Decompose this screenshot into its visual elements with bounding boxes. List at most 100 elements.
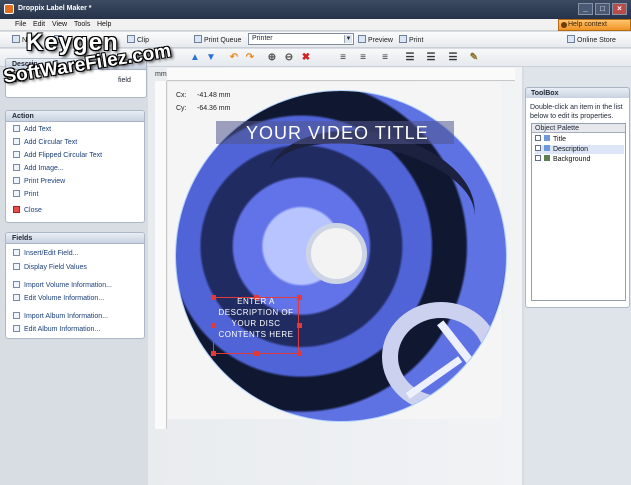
chevron-down-icon: ▼ — [344, 35, 352, 43]
disc-hub — [306, 223, 367, 284]
display-field-values-label: Display Field Values — [24, 264, 87, 271]
title-bar: Droppix Label Maker * _ □ × — [0, 0, 631, 19]
flipped-text-icon — [13, 151, 20, 158]
print-label: Print — [409, 37, 424, 44]
template-icon[interactable]: ✎ — [467, 51, 481, 65]
print-queue-label: Print Queue — [204, 37, 242, 44]
move-down-icon[interactable]: ▼ — [204, 51, 218, 65]
close-link[interactable]: Close — [13, 206, 42, 216]
align-right-icon[interactable]: ≡ — [378, 51, 392, 65]
image-icon — [13, 164, 20, 171]
close-icon[interactable]: × — [612, 3, 627, 15]
preview-icon — [13, 177, 20, 184]
preview-label: Preview — [368, 37, 393, 44]
store-icon — [567, 35, 575, 43]
add-circular-text-link[interactable]: Add Circular Text — [13, 138, 77, 148]
printer-icon — [13, 190, 20, 197]
import-album-label: Import Album Information... — [24, 313, 109, 320]
printer-select-value: Printer — [252, 35, 273, 42]
object-palette[interactable]: Object Palette Title Description Backgro… — [531, 123, 626, 301]
print-button[interactable]: Print — [399, 35, 423, 46]
resize-handle-bottom[interactable] — [254, 351, 259, 356]
edit-volume-link[interactable]: Edit Volume Information... — [13, 294, 104, 304]
delete-icon[interactable]: ✖ — [299, 51, 313, 65]
add-circular-text-label: Add Circular Text — [24, 139, 78, 146]
print-queue-button[interactable]: Print Queue — [194, 35, 241, 46]
resize-handle-right[interactable] — [297, 323, 302, 328]
disc-description-text[interactable]: ENTER A DESCRIPTION OF YOUR DISC CONTENT… — [216, 296, 296, 340]
edit-album-link[interactable]: Edit Album Information... — [13, 325, 100, 335]
close-icon — [13, 206, 20, 213]
background-checkbox[interactable] — [535, 155, 541, 161]
window-title: Droppix Label Maker * — [18, 5, 92, 12]
disc-icon — [13, 281, 20, 288]
edit-volume-label: Edit Volume Information... — [24, 295, 105, 302]
resize-handle-bottom-left[interactable] — [211, 351, 216, 356]
print-preview-link[interactable]: Print Preview — [13, 177, 65, 187]
import-album-link[interactable]: Import Album Information... — [13, 312, 108, 322]
actions-header: Action — [6, 111, 144, 122]
palette-item-title[interactable]: Title — [535, 135, 566, 144]
align-left-icon[interactable]: ≡ — [336, 51, 350, 65]
cx-value: -41.48 mm — [197, 92, 231, 99]
add-image-label: Add Image... — [24, 165, 64, 172]
edit-album-label: Edit Album Information... — [24, 326, 101, 333]
resize-handle-bottom-right[interactable] — [297, 351, 302, 356]
description-checkbox[interactable] — [535, 145, 541, 151]
print-link[interactable]: Print — [13, 190, 38, 200]
palette-item-description[interactable]: Description — [535, 145, 624, 154]
maximize-icon[interactable]: □ — [595, 3, 610, 15]
field-icon — [13, 249, 20, 256]
redo-icon[interactable]: ↷ — [243, 51, 257, 65]
import-volume-link[interactable]: Import Volume Information... — [13, 281, 112, 291]
help-context-label: Help context — [568, 21, 607, 28]
add-flipped-circular-text-label: Add Flipped Circular Text — [24, 152, 103, 159]
add-flipped-circular-text-link[interactable]: Add Flipped Circular Text — [13, 151, 102, 161]
fields-panel: Fields Insert/Edit Field... Display Fiel… — [5, 232, 145, 339]
palette-item-background[interactable]: Background — [535, 155, 590, 164]
actions-panel: Action Add Text Add Circular Text Add Fl… — [5, 110, 145, 223]
text-object-icon — [544, 145, 550, 151]
print-link-label: Print — [24, 191, 39, 198]
title-checkbox[interactable] — [535, 135, 541, 141]
help-icon — [561, 22, 567, 28]
add-text-link[interactable]: Add Text — [13, 125, 51, 135]
align-top-icon[interactable]: ☰ — [403, 51, 417, 65]
insert-edit-field-label: Insert/Edit Field... — [24, 250, 79, 257]
values-icon — [13, 263, 20, 270]
undo-icon[interactable]: ↶ — [227, 51, 241, 65]
disc-edit-icon — [13, 294, 20, 301]
preview-button[interactable]: Preview — [358, 35, 393, 46]
video-title-text[interactable]: YOUR VIDEO TITLE — [246, 123, 429, 144]
vertical-ruler — [155, 81, 167, 429]
horizontal-ruler — [167, 68, 515, 81]
online-store-button[interactable]: Online Store — [567, 35, 616, 46]
palette-background-label: Background — [553, 156, 591, 163]
toolbox-header: ToolBox — [525, 87, 630, 98]
text-object-icon — [544, 135, 550, 141]
music-edit-icon — [13, 325, 20, 332]
watermark-overlay: Keygen SoftWareFilez.com — [0, 27, 194, 111]
help-context-button[interactable]: Help context — [558, 19, 631, 31]
palette-title-label: Title — [553, 136, 566, 143]
zoom-out-icon[interactable]: ⊖ — [282, 51, 296, 65]
resize-handle-top-right[interactable] — [297, 295, 302, 300]
text-icon — [13, 125, 20, 132]
close-label: Close — [24, 207, 42, 214]
music-icon — [13, 312, 20, 319]
palette-description-label: Description — [553, 146, 589, 153]
add-image-link[interactable]: Add Image... — [13, 164, 64, 174]
display-field-values-link[interactable]: Display Field Values — [13, 263, 87, 273]
insert-edit-field-link[interactable]: Insert/Edit Field... — [13, 249, 78, 259]
align-bottom-icon[interactable]: ☰ — [446, 51, 460, 65]
align-center-icon[interactable]: ≡ — [356, 51, 370, 65]
printer-select[interactable]: Printer ▼ — [248, 33, 354, 45]
align-middle-icon[interactable]: ☰ — [424, 51, 438, 65]
online-store-label: Online Store — [577, 37, 616, 44]
zoom-in-icon[interactable]: ⊕ — [265, 51, 279, 65]
minimize-icon[interactable]: _ — [578, 3, 593, 15]
circular-text-icon — [13, 138, 20, 145]
app-icon — [4, 4, 14, 14]
object-palette-title: Object Palette — [532, 124, 625, 133]
import-volume-label: Import Volume Information... — [24, 282, 112, 289]
